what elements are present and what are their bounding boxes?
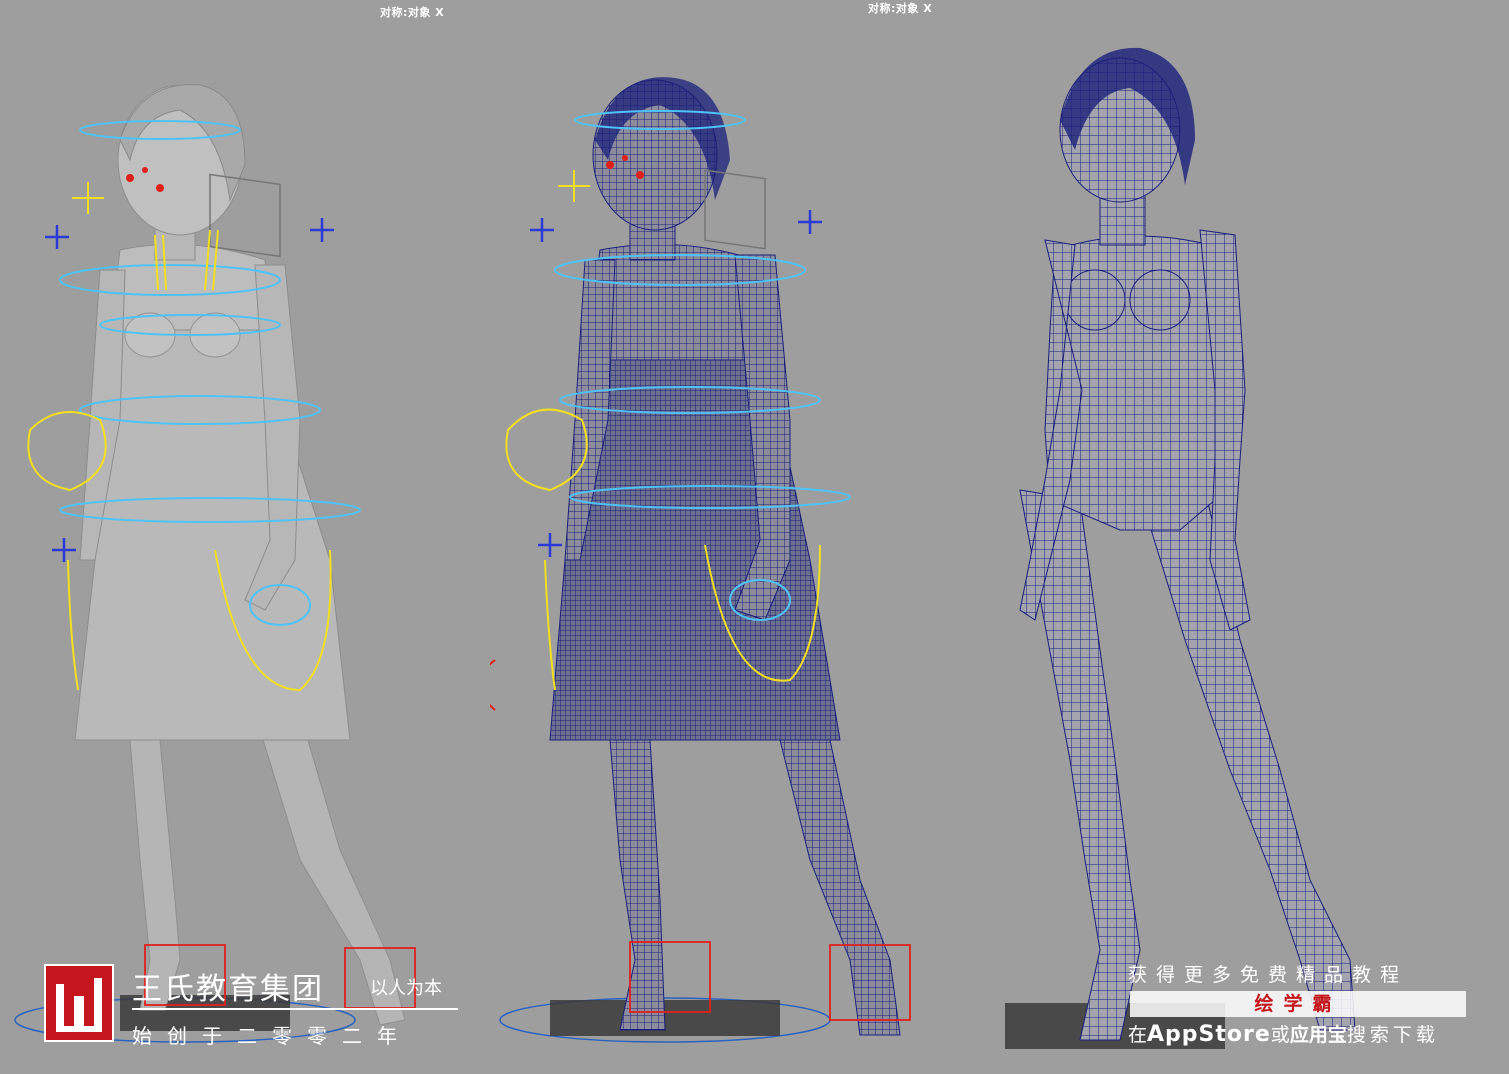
promo-app-bar: 绘学霸 <box>1130 991 1466 1017</box>
brand-slogan: 以人为本 <box>370 978 442 999</box>
promo-appstore: AppStore <box>1147 1022 1271 1047</box>
logo-w-icon <box>56 978 102 1032</box>
promo-suffix: 搜索下载 <box>1346 1024 1439 1046</box>
left-leg-mesh <box>609 739 666 1031</box>
shaded-model-scene <box>14 84 416 1043</box>
promo-app-name: 绘学霸 <box>1254 993 1342 1015</box>
world-locator[interactable] <box>490 655 496 711</box>
promo-download-line: 在AppStore或应用宝搜索下载 <box>1128 1020 1439 1047</box>
promo-prefix: 在 <box>1128 1024 1148 1046</box>
wireframe-rig-scene <box>490 77 911 1043</box>
logo-mark <box>44 964 114 1042</box>
brand-divider <box>132 1008 458 1010</box>
symmetry-label: 对称:对象 X <box>868 2 933 15</box>
right-leg-mesh <box>1144 489 1356 1031</box>
symmetry-label: 对称:对象 X <box>380 6 445 19</box>
brand-since: 始创于二零零二年 <box>132 1024 412 1048</box>
promo-market: 应用宝 <box>1289 1024 1347 1046</box>
brand-logo: 王氏教育集团 以人为本 始创于二零零二年 <box>44 964 464 1048</box>
promo-or: 或 <box>1270 1024 1290 1046</box>
viewport-shaded[interactable]: 对称:对象 X <box>0 0 500 1074</box>
viewport-body-wireframe[interactable] <box>990 0 1509 1074</box>
viewport-wireframe-rig[interactable]: 对称:对象 X <box>490 0 990 1074</box>
brand-name: 王氏教育集团 <box>132 972 324 1007</box>
right-leg-mesh <box>779 739 901 1036</box>
promo-banner: 获得更多免费精品教程 绘学霸 在AppStore或应用宝搜索下载 <box>1126 960 1471 1050</box>
body-wireframe-scene <box>1005 47 1356 1049</box>
promo-headline: 获得更多免费精品教程 <box>1128 964 1409 986</box>
